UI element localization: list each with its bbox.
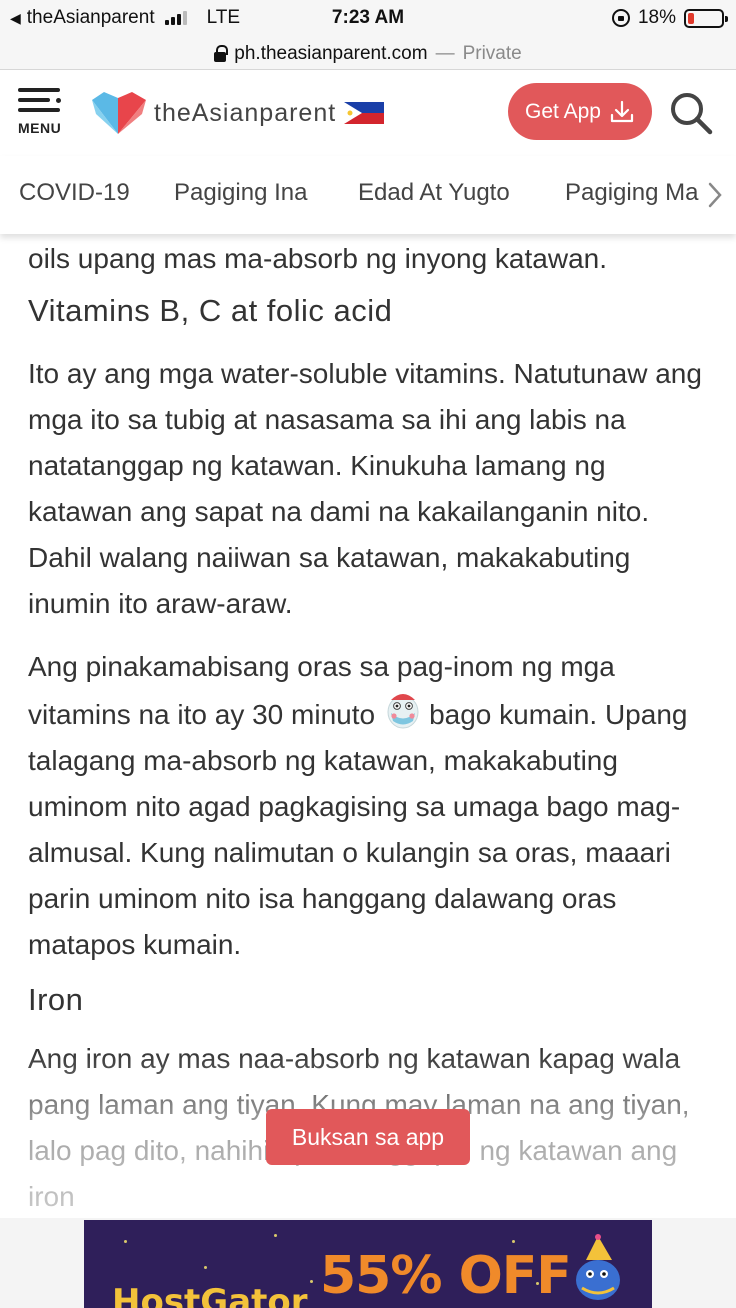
heading-iron: Iron: [28, 982, 84, 1017]
chevron-right-icon: [708, 182, 722, 208]
nav-item-pagiging-ina[interactable]: Pagiging Ina: [174, 179, 307, 207]
article-body: oils upang mas ma-absorb ng inyong kataw…: [28, 236, 708, 1239]
ad-brand-text: HostGator: [112, 1282, 308, 1308]
search-button[interactable]: [668, 90, 714, 136]
heart-logo-icon: [92, 92, 146, 134]
nav-item-pagiging-magulang[interactable]: Pagiging Ma: [565, 179, 698, 207]
status-right: 18%: [611, 7, 728, 29]
nav-item-covid-19[interactable]: COVID-19: [19, 179, 130, 207]
status-bar: ◀ theAsianparent LTE 7:23 AM 18%: [0, 0, 736, 38]
open-in-app-button[interactable]: Buksan sa app: [266, 1109, 470, 1165]
ad-offer-text: 55% OFF: [320, 1246, 572, 1306]
hostgator-ad-banner[interactable]: 55% OFF HostGator: [84, 1220, 652, 1308]
heading-vitamins-b-c: Vitamins B, C at folic acid: [28, 293, 393, 328]
url-bar[interactable]: ph.theasianparent.com — Private: [0, 38, 736, 70]
site-header: MENU theAsianparent Get App: [0, 70, 736, 156]
get-app-label: Get App: [525, 99, 601, 123]
get-app-button[interactable]: Get App: [508, 83, 652, 140]
search-icon: [671, 93, 713, 135]
nav-scroll-right-button[interactable]: [700, 178, 730, 212]
nav-item-edad-at-yugto[interactable]: Edad At Yugto: [358, 179, 510, 207]
paragraph-best-time: Ang pinakamabisang oras sa pag-inom ng m…: [28, 644, 708, 968]
brand-name: theAsianparent: [154, 98, 337, 127]
category-nav: COVID-19 Pagiging Ina Edad At Yugto Pagi…: [0, 156, 736, 234]
menu-label: MENU: [18, 120, 62, 136]
download-icon: [610, 100, 634, 122]
menu-button[interactable]: MENU: [18, 88, 68, 138]
url-domain: ph.theasianparent.com: [234, 42, 428, 64]
private-mode-label: Private: [462, 42, 522, 64]
lock-icon: [214, 44, 229, 62]
site-logo[interactable]: theAsianparent: [90, 90, 385, 136]
battery-icon: [684, 8, 728, 28]
best-time-text-b: bago kumain. Upang talagang ma-absorb ng…: [28, 699, 688, 960]
masked-face-emoji-icon: [385, 690, 421, 730]
gator-mascot-icon: [576, 1234, 620, 1300]
paragraph-intro-tail: oils upang mas ma-absorb ng inyong kataw…: [28, 243, 608, 274]
paragraph-water-soluble: Ito ay ang mga water-soluble vitamins. N…: [28, 358, 702, 619]
battery-percent: 18%: [637, 7, 676, 28]
philippine-flag-icon: [344, 102, 385, 124]
rotation-lock-icon: [611, 9, 630, 27]
url-separator: —: [435, 42, 455, 64]
